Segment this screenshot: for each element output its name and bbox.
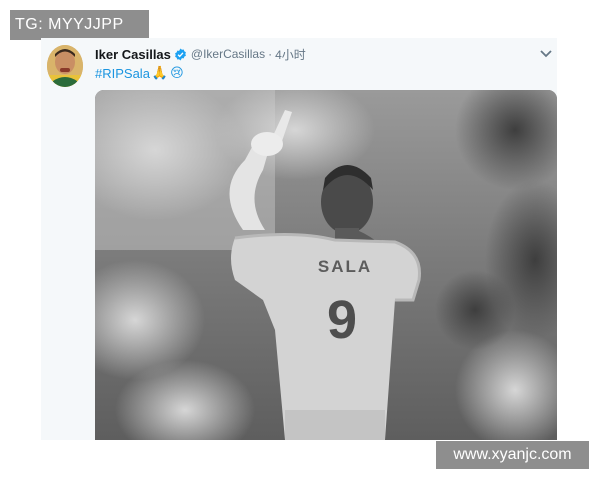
watermark-top-left: TG: MYYJJPP — [10, 10, 149, 40]
player-photo-illustration: SALA 9 — [95, 90, 557, 440]
jersey-name-label: SALA — [318, 257, 372, 276]
timestamp[interactable]: 4小时 — [275, 46, 306, 63]
verified-badge-icon — [174, 48, 187, 61]
user-handle[interactable]: @IkerCasillas — [191, 47, 265, 61]
tweet-photo[interactable]: SALA 9 — [95, 90, 557, 440]
tweet-card[interactable]: Iker Casillas @IkerCasillas · 4小时 #RIPSa… — [41, 38, 557, 440]
jersey-number-label: 9 — [327, 290, 357, 350]
crying-face-emoji: 😢 — [170, 65, 184, 81]
separator-dot: · — [268, 47, 273, 61]
tweet-header: Iker Casillas @IkerCasillas · 4小时 — [95, 45, 306, 63]
display-name[interactable]: Iker Casillas — [95, 47, 171, 62]
tweet-text: #RIPSala 🙏 😢 — [95, 64, 184, 82]
watermark-bottom-right: www.xyanjc.com — [436, 441, 589, 469]
chevron-down-icon[interactable] — [539, 47, 553, 59]
profile-photo-icon — [47, 45, 83, 87]
hashtag-link[interactable]: #RIPSala — [95, 66, 150, 81]
avatar[interactable] — [47, 45, 83, 87]
folded-hands-emoji: 🙏 — [151, 65, 169, 81]
